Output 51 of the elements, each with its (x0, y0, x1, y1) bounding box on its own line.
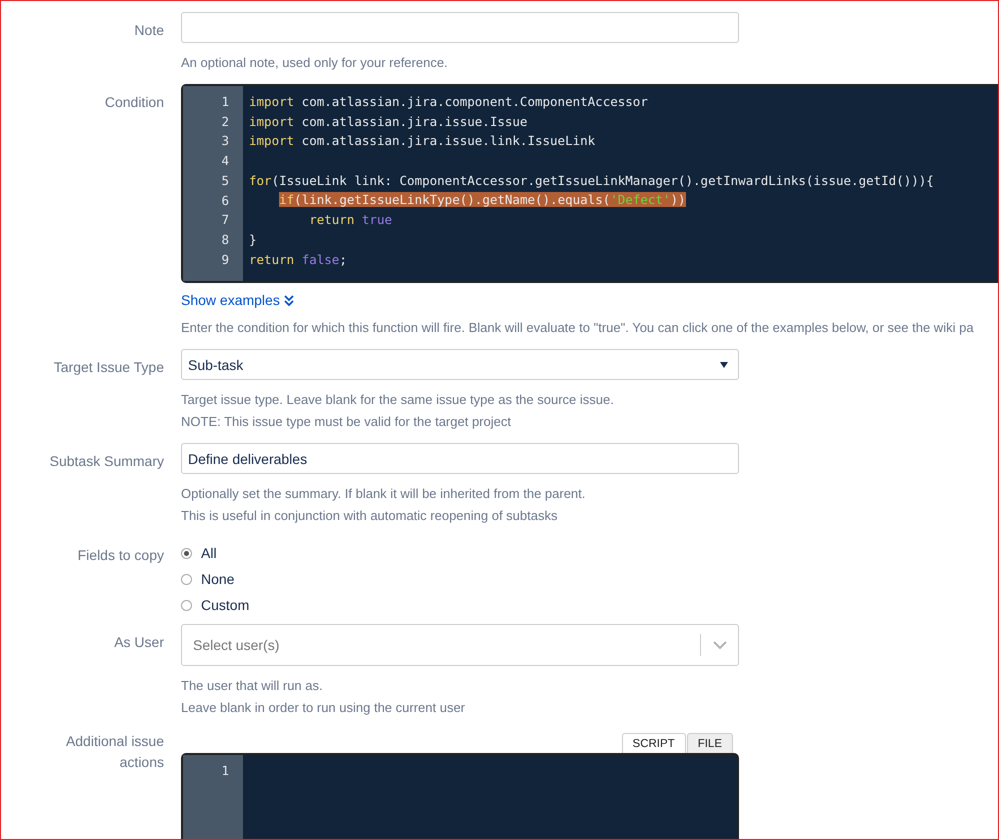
help-text: Target issue type. Leave blank for the same issue type as the source issue. (181, 391, 615, 409)
radio-button[interactable] (181, 574, 192, 584)
editor-tab[interactable]: SCRIPT (622, 733, 686, 754)
user-select-field[interactable]: Select user(s) (181, 624, 739, 666)
text-field[interactable]: Define deliverables (181, 443, 739, 474)
line-number: 9 (220, 250, 230, 269)
editor-tab[interactable]: FILE (686, 733, 733, 754)
code-line: import com.atlassian.jira.issue.Issue (249, 114, 528, 129)
help-text: This is useful in conjunction with automatic reopening of subtasks (181, 507, 558, 525)
code-line: import com.atlassian.jira.component.ComponentAccessor (249, 94, 648, 109)
field-label: Target Issue Type (54, 358, 164, 377)
code-line: return false; (249, 252, 347, 266)
radio-label: Custom (201, 597, 250, 613)
code-line: return true (308, 212, 392, 228)
show-examples-link[interactable]: Show examples (181, 292, 294, 308)
line-number: 1 (220, 93, 230, 111)
field-label: Condition (104, 93, 164, 112)
radio-button[interactable] (181, 600, 192, 610)
help-text: An optional note, used only for your reference. (181, 54, 449, 72)
help-text: The user that will run as. (181, 677, 324, 695)
field-label: Additional issue actions (64, 732, 164, 772)
code-editor[interactable] (181, 84, 998, 283)
code-line: import com.atlassian.jira.issue.link.IssueLink (249, 133, 596, 148)
code-editor[interactable]: 1 (181, 753, 739, 839)
line-number: 8 (220, 230, 230, 249)
code-line: } (249, 232, 257, 247)
field-label: Note (134, 21, 164, 40)
help-text: Leave blank in order to run using the current user (181, 699, 466, 717)
highlighted-code: if(link.getIssueLinkType().getName().equals('Defect')) (279, 192, 686, 208)
line-number: 6 (220, 192, 230, 210)
text-field[interactable] (181, 12, 739, 43)
caret-icon (720, 362, 728, 368)
radio-label: None (201, 571, 234, 587)
help-text: Enter the condition for which this function will fire. Blank will evaluate to "true". You can click one of the examples below, or see the wiki pa (181, 319, 975, 337)
radio-button[interactable] (181, 548, 192, 558)
line-number: 5 (220, 172, 230, 190)
line-number: 3 (220, 132, 230, 150)
field-label: Subtask Summary (50, 452, 164, 471)
double-chevron-down-icon (284, 294, 294, 306)
line-number: 2 (220, 112, 230, 131)
line-number: 7 (220, 211, 230, 230)
help-text: NOTE: This issue type must be valid for the target project (181, 413, 512, 431)
line-number: 1 (220, 762, 230, 780)
field-label: As User (114, 633, 164, 652)
select-field[interactable]: Sub-task (181, 349, 739, 380)
code-line: for(IssueLink link: ComponentAccessor.getIssueLinkManager().getInwardLinks(issue.getId())){ (249, 172, 934, 188)
help-text: Optionally set the summary. If blank it will be inherited from the parent. (181, 485, 586, 503)
line-number: 4 (220, 152, 230, 170)
chevron-down-icon (713, 640, 727, 650)
radio-label: All (201, 545, 217, 561)
field-label: Fields to copy (78, 546, 164, 565)
